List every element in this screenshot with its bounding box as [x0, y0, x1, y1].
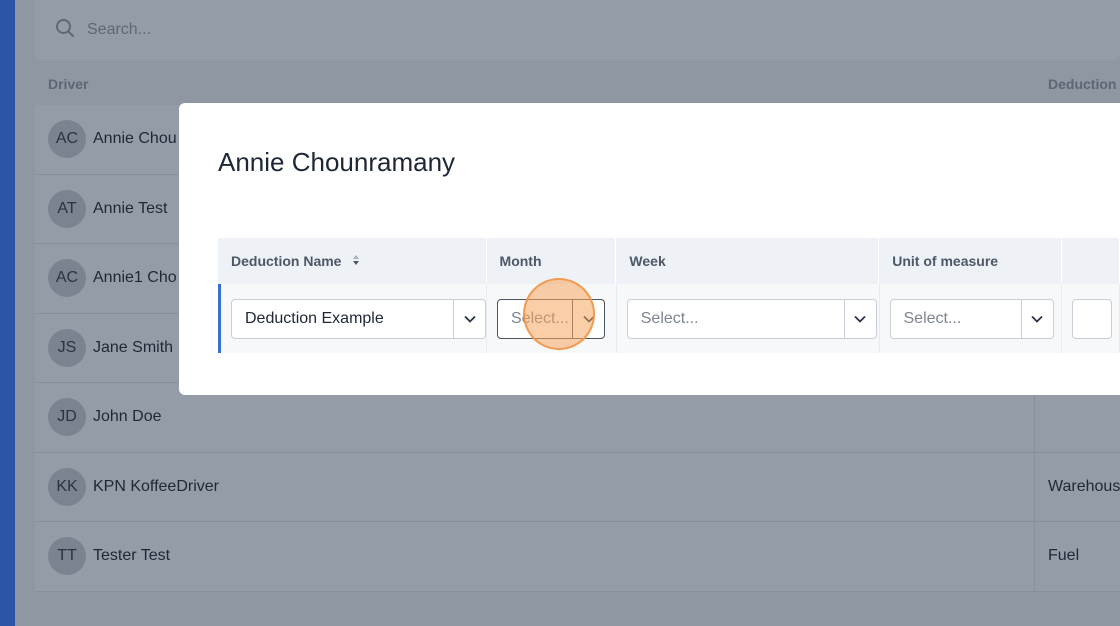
table-row[interactable]: KK KPN KoffeeDriver Warehous — [35, 452, 1120, 522]
column-header-driver: Driver — [48, 76, 89, 92]
avatar: TT — [48, 537, 86, 576]
chevron-down-icon[interactable] — [843, 299, 876, 338]
deduction-name-select[interactable]: Deduction Example — [231, 298, 486, 339]
month-select[interactable]: Select... — [497, 298, 605, 339]
chevron-down-icon[interactable] — [453, 299, 485, 338]
select-placeholder: Select... — [511, 309, 569, 327]
driver-name: Annie1 Cho — [93, 269, 177, 287]
chevron-down-icon[interactable] — [1020, 299, 1053, 338]
week-select[interactable]: Select... — [626, 298, 877, 339]
deduction-row: Deduction Example Select... Select... Se… — [218, 284, 1120, 353]
column-header-month: Month — [487, 238, 617, 284]
avatar: AC — [48, 120, 86, 159]
column-header-deduction: Deduction — [1048, 76, 1117, 92]
next-column-select[interactable] — [1072, 298, 1113, 339]
search-bar[interactable]: Search... — [35, 0, 1120, 60]
driver-deductions-modal: Annie Chounramany Deduction Name Month W… — [179, 103, 1120, 395]
avatar: JS — [48, 328, 86, 367]
driver-name: Jane Smith — [93, 338, 174, 356]
chevron-down-icon[interactable] — [572, 299, 604, 338]
search-icon — [55, 18, 75, 43]
table-row[interactable]: TT Tester Test Fuel — [35, 522, 1120, 592]
sort-icon[interactable] — [341, 253, 361, 270]
column-header-week: Week — [616, 238, 880, 284]
select-value: Deduction Example — [245, 309, 384, 327]
avatar: AT — [48, 189, 86, 228]
select-placeholder: Select... — [903, 309, 962, 327]
column-label: Deduction Name — [231, 253, 342, 269]
driver-name: Annie Chou — [93, 130, 177, 148]
driver-name: John Doe — [93, 408, 162, 426]
driver-name: KPN KoffeeDriver — [93, 477, 219, 495]
column-header-deduction-name[interactable]: Deduction Name — [218, 238, 487, 284]
deduction-value: Fuel — [1048, 547, 1080, 565]
avatar: KK — [48, 467, 86, 506]
select-placeholder: Select... — [640, 309, 699, 327]
deductions-table: Deduction Name Month Week Unit of measur… — [218, 238, 1120, 353]
deduction-value: Warehous — [1048, 477, 1120, 495]
driver-name: Annie Test — [93, 199, 168, 217]
driver-name: Tester Test — [93, 547, 171, 565]
column-header-unit-of-measure: Unit of measure — [879, 238, 1063, 284]
search-input[interactable]: Search... — [87, 21, 151, 39]
deductions-table-header: Deduction Name Month Week Unit of measur… — [218, 238, 1120, 284]
column-header-next — [1062, 238, 1120, 284]
modal-title: Annie Chounramany — [218, 147, 456, 177]
sidebar-edge — [0, 0, 15, 626]
avatar: AC — [48, 259, 86, 298]
avatar: JD — [48, 398, 86, 437]
unit-of-measure-select[interactable]: Select... — [889, 298, 1054, 339]
